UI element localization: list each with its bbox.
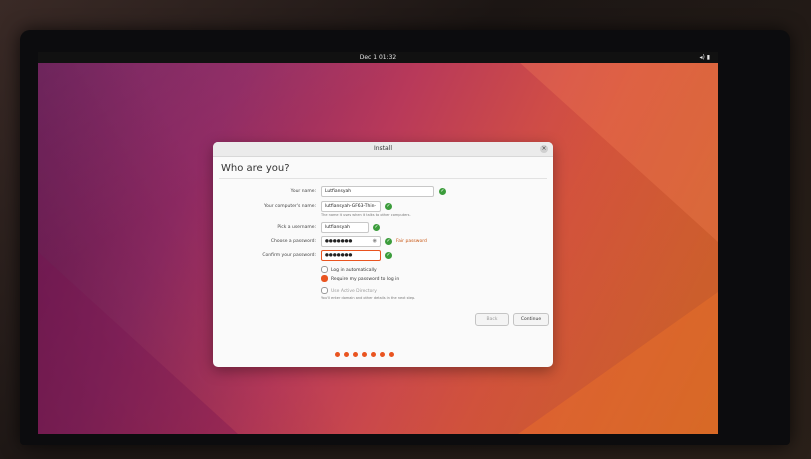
check-icon: ✓ [385,203,392,210]
checkbox-icon[interactable] [321,287,328,294]
divider [219,178,547,179]
username-row: Pick a username: lutfiansyah ✓ [213,222,553,233]
installer-dialog: Install × Who are you? Your name: Lutfia… [213,142,553,367]
require-password-label: Require my password to log in [331,277,400,282]
wallpaper-shard [38,252,238,434]
close-icon[interactable]: × [540,145,548,153]
progress-dot [344,352,349,357]
active-directory-label: Use Active Directory [331,289,377,294]
name-field[interactable]: Lutfiansyah [321,186,434,197]
system-tray-icons[interactable]: ◂) ▮ [699,52,710,63]
username-label: Pick a username: [277,225,316,230]
name-row: Your name: Lutfiansyah ✓ [213,186,553,197]
radio-icon[interactable] [321,266,328,273]
active-directory-option[interactable]: Use Active Directory [321,287,377,295]
back-button[interactable]: Back [475,313,509,326]
confirm-row: Confirm your password: ●●●●●●● ✓ [213,250,553,261]
login-automatically-option[interactable]: Log in automatically [321,266,377,274]
progress-dot [371,352,376,357]
login-automatically-label: Log in automatically [331,268,377,273]
computer-row: Your computer's name: lutfiansyah-GF63-T… [213,201,553,212]
window-title: Install [373,145,393,152]
require-password-option[interactable]: Require my password to log in [321,275,399,283]
password-row: Choose a password: ●●●●●●● ◉ ✓ Fair pass… [213,236,553,247]
progress-dot [362,352,367,357]
eye-icon[interactable]: ◉ [373,237,377,246]
active-directory-hint: You'll enter domain and other details in… [321,296,416,300]
page-title: Who are you? [221,163,290,174]
password-strength: Fair password [396,239,427,244]
computer-label: Your computer's name: [263,204,316,209]
check-icon: ✓ [373,224,380,231]
password-label: Choose a password: [270,239,316,244]
check-icon: ✓ [439,188,446,195]
top-bar: Dec 1 01:32 ◂) ▮ [38,52,718,63]
progress-dot [389,352,394,357]
progress-dot [353,352,358,357]
progress-dots [335,342,398,361]
clock[interactable]: Dec 1 01:32 [38,52,718,63]
computer-hint: The name it uses when it talks to other … [321,213,411,217]
computer-name-field[interactable]: lutfiansyah-GF63-Thin- [321,201,381,212]
confirm-password-field[interactable]: ●●●●●●● [321,250,381,261]
name-label: Your name: [290,189,316,194]
radio-selected-icon[interactable] [321,275,328,282]
progress-dot [335,352,340,357]
desktop-screen: Dec 1 01:32 ◂) ▮ Install × Who are you? … [38,52,718,434]
continue-button[interactable]: Continue [513,313,549,326]
check-icon: ✓ [385,238,392,245]
titlebar: Install × [213,142,553,157]
password-field[interactable]: ●●●●●●● ◉ [321,236,381,247]
check-icon: ✓ [385,252,392,259]
username-field[interactable]: lutfiansyah [321,222,369,233]
progress-dot [380,352,385,357]
password-value: ●●●●●●● [325,239,353,244]
confirm-label: Confirm your password: [262,253,316,258]
